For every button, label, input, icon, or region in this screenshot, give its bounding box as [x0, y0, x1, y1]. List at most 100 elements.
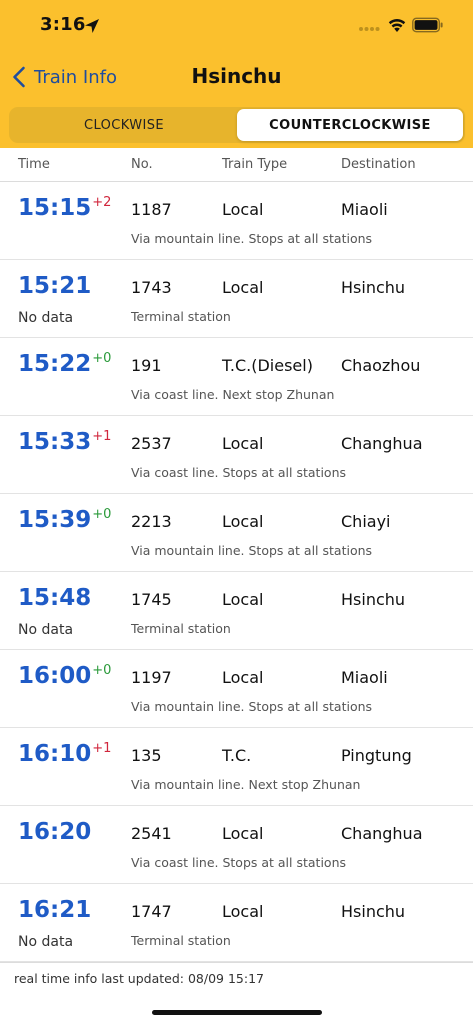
departure-time: 16:21	[18, 897, 91, 923]
direction-segmented-control: CLOCKWISE COUNTERCLOCKWISE	[9, 107, 465, 143]
train-row[interactable]: 16:21 No data 1747 Local Hsinchu Terminal sta…	[0, 884, 473, 962]
train-type: Local	[222, 824, 264, 843]
delay-badge: +1	[92, 429, 112, 444]
top-bar: 3:16 Train Info Hsinchu CLOCKWISE COUNTE…	[0, 0, 473, 148]
delay-badge: +0	[92, 663, 112, 678]
train-row[interactable]: 15:22+0 191 T.C.(Diesel) Chaozhou Via coast …	[0, 338, 473, 416]
train-row[interactable]: 15:48 No data 1745 Local Hsinchu Terminal sta…	[0, 572, 473, 650]
status-time: 3:16	[40, 14, 86, 35]
delay-badge: +0	[92, 351, 112, 366]
destination: Miaoli	[341, 200, 388, 219]
train-type: Local	[222, 668, 264, 687]
train-number: 2537	[131, 434, 172, 453]
train-number: 1187	[131, 200, 172, 219]
train-type: Local	[222, 902, 264, 921]
destination: Hsinchu	[341, 278, 406, 297]
train-type: T.C.	[222, 746, 252, 765]
departure-time-value: 15:39	[18, 507, 92, 533]
departure-time-value: 16:10	[18, 741, 92, 767]
destination: Chiayi	[341, 512, 391, 531]
route-info: Terminal station	[131, 933, 231, 948]
column-header-number: No.	[131, 157, 153, 172]
footer: real time info last updated: 08/09 15:17	[0, 962, 473, 1024]
destination: Changhua	[341, 824, 423, 843]
train-number: 1197	[131, 668, 172, 687]
train-number: 135	[131, 746, 162, 765]
departure-time: 15:48	[18, 585, 91, 611]
departure-time-value: 16:21	[18, 897, 92, 923]
train-type: Local	[222, 512, 264, 531]
train-type: T.C.(Diesel)	[222, 356, 313, 375]
route-info: Via mountain line. Stops at all stations	[131, 543, 373, 558]
navigation-bar: Train Info Hsinchu	[0, 52, 473, 100]
train-row[interactable]: 16:10+1 135 T.C. Pingtung Via mountain line.…	[0, 728, 473, 806]
train-type: Local	[222, 200, 264, 219]
departure-time-value: 15:21	[18, 273, 92, 299]
route-info: Via coast line. Stops at all stations	[131, 465, 347, 480]
route-info: Via coast line. Stops at all stations	[131, 855, 347, 870]
departure-time-value: 15:33	[18, 429, 92, 455]
route-info: Via mountain line. Stops at all stations	[131, 699, 373, 714]
page-title: Hsinchu	[191, 64, 282, 88]
wifi-icon	[388, 19, 406, 32]
train-row[interactable]: 15:39+0 2213 Local Chiayi Via mountain line.…	[0, 494, 473, 572]
delay-badge: +1	[92, 741, 112, 756]
departure-time: 16:10+1	[18, 741, 111, 767]
departure-time: 16:00+0	[18, 663, 111, 689]
departure-time: 16:20	[18, 819, 91, 845]
train-type: Local	[222, 590, 264, 609]
departure-time-value: 15:48	[18, 585, 92, 611]
cellular-dots-icon	[359, 27, 380, 31]
destination: Pingtung	[341, 746, 412, 765]
departure-time-value: 15:22	[18, 351, 92, 377]
train-row[interactable]: 15:33+1 2537 Local Changhua Via coast line. …	[0, 416, 473, 494]
train-list: 15:15+2 1187 Local Miaoli Via mountain line.…	[0, 182, 473, 962]
train-row[interactable]: 15:15+2 1187 Local Miaoli Via mountain line.…	[0, 182, 473, 260]
train-row[interactable]: 15:21 No data 1743 Local Hsinchu Terminal sta…	[0, 260, 473, 338]
train-number: 191	[131, 356, 162, 375]
departure-time-value: 16:20	[18, 819, 92, 845]
destination: Chaozhou	[341, 356, 421, 375]
departure-time: 15:22+0	[18, 351, 111, 377]
destination: Miaoli	[341, 668, 388, 687]
departure-time: 15:15+2	[18, 195, 111, 221]
location-arrow-icon	[85, 19, 99, 33]
delay-badge: +2	[92, 195, 112, 210]
train-row[interactable]: 16:20 2541 Local Changhua Via coast line. St…	[0, 806, 473, 884]
train-number: 1743	[131, 278, 172, 297]
train-type: Local	[222, 434, 264, 453]
route-info: Terminal station	[131, 309, 231, 324]
route-info: Terminal station	[131, 621, 231, 636]
departure-time: 15:33+1	[18, 429, 111, 455]
departure-time: 15:21	[18, 273, 91, 299]
column-header-train-type: Train Type	[222, 157, 288, 172]
column-header-destination: Destination	[341, 157, 416, 172]
segment-clockwise[interactable]: CLOCKWISE	[11, 109, 237, 141]
delay-badge: +0	[92, 507, 112, 522]
route-info: Via coast line. Next stop Zhunan	[131, 387, 335, 402]
train-number: 1747	[131, 902, 172, 921]
route-info: Via mountain line. Stops at all stations	[131, 231, 373, 246]
destination: Changhua	[341, 434, 423, 453]
train-number: 2213	[131, 512, 172, 531]
route-info: Via mountain line. Next stop Zhunan	[131, 777, 361, 792]
column-headers: Time No. Train Type Destination	[0, 148, 473, 182]
last-updated-text: real time info last updated: 08/09 15:17	[14, 971, 264, 986]
train-row[interactable]: 16:00+0 1197 Local Miaoli Via mountain line.…	[0, 650, 473, 728]
train-number: 2541	[131, 824, 172, 843]
departure-time-value: 16:00	[18, 663, 92, 689]
train-type: Local	[222, 278, 264, 297]
segment-counterclockwise[interactable]: COUNTERCLOCKWISE	[237, 109, 463, 141]
status-bar: 3:16	[0, 0, 473, 52]
departure-time: 15:39+0	[18, 507, 111, 533]
destination: Hsinchu	[341, 902, 406, 921]
no-data-text: No data	[18, 934, 74, 950]
train-number: 1745	[131, 590, 172, 609]
no-data-text: No data	[18, 622, 74, 638]
battery-icon	[412, 17, 443, 33]
home-indicator[interactable]	[152, 1010, 322, 1015]
departure-time-value: 15:15	[18, 195, 92, 221]
column-header-time: Time	[18, 157, 50, 172]
destination: Hsinchu	[341, 590, 406, 609]
no-data-text: No data	[18, 310, 74, 326]
